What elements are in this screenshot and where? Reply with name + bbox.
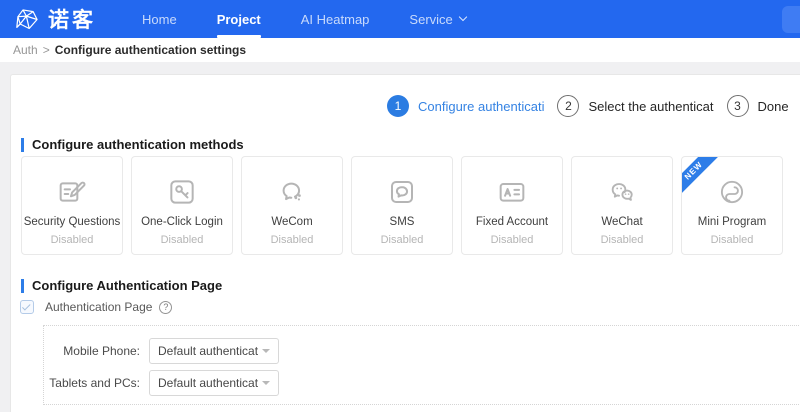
mobile-phone-label: Mobile Phone: [63, 344, 140, 358]
authentication-page-settings: Mobile Phone: Default authenticatio... T… [43, 325, 800, 405]
tablets-pcs-field-row: Tablets and PCs: Default authenticatio..… [44, 370, 279, 396]
step-2-label: Select the authenticat [588, 98, 714, 114]
tablets-pcs-select-value: Default authenticatio... [158, 376, 258, 390]
methods-section-title: Configure authentication methods [32, 137, 244, 152]
topbar-right-button[interactable] [782, 6, 800, 33]
content-panel: 1 Configure authenticati 2 Select the au… [10, 74, 800, 412]
step-1: 1 Configure authenticati [387, 95, 544, 117]
authentication-page-row: Authentication Page ? [20, 300, 173, 314]
sms-icon [352, 176, 452, 212]
step-3: 3 Done [726, 95, 789, 117]
method-card-title: Fixed Account [475, 216, 549, 228]
nav-item-project[interactable]: Project [216, 0, 261, 38]
mobile-phone-select[interactable]: Default authenticatio... [149, 338, 279, 364]
method-card-status: Disabled [600, 234, 644, 246]
method-card-title: Security Questions [23, 216, 121, 228]
nav-ai-heatmap-label: AI Heatmap [300, 11, 370, 27]
nav-item-service[interactable]: Service [409, 0, 468, 38]
section-accent-bar [21, 278, 24, 293]
tablets-pcs-label: Tablets and PCs: [49, 376, 140, 390]
nav-service-label: Service [409, 11, 453, 27]
mobile-phone-field-row: Mobile Phone: Default authenticatio... [44, 338, 279, 364]
method-card-title: SMS [389, 216, 415, 228]
chevron-down-icon [262, 349, 270, 353]
nav-project-label: Project [216, 11, 261, 27]
page-title: Configure authentication settings [54, 43, 247, 57]
authentication-page-checkbox[interactable] [20, 300, 34, 314]
method-card-wechat[interactable]: WeChat Disabled [571, 156, 673, 255]
method-card-status: Disabled [490, 234, 534, 246]
method-card-title: One-Click Login [141, 216, 223, 228]
method-card-title: Mini Program [697, 216, 767, 228]
chevron-down-icon [458, 12, 468, 22]
nav-item-home[interactable]: Home [142, 0, 177, 38]
wecom-icon [242, 176, 342, 212]
method-card-fixed-account[interactable]: Fixed Account Disabled [461, 156, 563, 255]
step-1-circle: 1 [387, 95, 409, 117]
chevron-down-icon [262, 381, 270, 385]
step-1-label: Configure authenticati [418, 98, 545, 114]
method-card-sms[interactable]: SMS Disabled [351, 156, 453, 255]
mobile-phone-select-value: Default authenticatio... [158, 344, 258, 358]
help-icon[interactable]: ? [159, 300, 173, 314]
method-card-status: Disabled [710, 234, 754, 246]
methods-section-header: Configure authentication methods [21, 137, 244, 152]
section-accent-bar [21, 137, 24, 152]
nav-home-label: Home [142, 11, 177, 27]
main-nav: Home Project AI Heatmap Service [142, 0, 468, 38]
security-questions-icon [22, 176, 122, 212]
step-3-circle: 3 [726, 95, 749, 117]
page-section-title: Configure Authentication Page [32, 278, 223, 293]
nav-item-ai-heatmap[interactable]: AI Heatmap [301, 0, 370, 38]
step-3-label: Done [757, 98, 789, 114]
breadcrumb: Auth > Configure authentication settings [0, 38, 800, 62]
one-click-login-icon [132, 176, 232, 212]
logo-gem-icon [14, 6, 41, 33]
method-card-security-questions[interactable]: Security Questions Disabled [21, 156, 123, 255]
method-cards: Security Questions Disabled One-Click Lo… [21, 156, 783, 255]
app-logo[interactable]: 诺客 [14, 4, 96, 34]
breadcrumb-separator: > [42, 43, 50, 57]
wechat-icon [572, 176, 672, 212]
method-card-title: WeCom [271, 216, 313, 228]
method-card-title: WeChat [601, 216, 643, 228]
breadcrumb-parent[interactable]: Auth [13, 43, 38, 57]
method-card-one-click-login[interactable]: One-Click Login Disabled [131, 156, 233, 255]
mini-program-icon [682, 176, 782, 212]
method-card-mini-program[interactable]: NEW Mini Program Disabled [681, 156, 783, 255]
page-section-header: Configure Authentication Page [21, 278, 222, 293]
authentication-page-label: Authentication Page [45, 300, 153, 314]
top-nav-bar: 诺客 Home Project AI Heatmap Service [0, 0, 800, 38]
step-2: 2 Select the authenticat [557, 95, 714, 117]
logo-text: 诺客 [48, 9, 96, 32]
method-card-status: Disabled [380, 234, 424, 246]
step-indicator: 1 Configure authenticati 2 Select the au… [387, 95, 789, 117]
method-card-status: Disabled [270, 234, 314, 246]
step-2-circle: 2 [557, 95, 580, 117]
method-card-status: Disabled [160, 234, 204, 246]
method-card-wecom[interactable]: WeCom Disabled [241, 156, 343, 255]
tablets-pcs-select[interactable]: Default authenticatio... [149, 370, 279, 396]
fixed-account-icon [462, 176, 562, 212]
method-card-status: Disabled [50, 234, 94, 246]
check-icon [22, 302, 31, 311]
